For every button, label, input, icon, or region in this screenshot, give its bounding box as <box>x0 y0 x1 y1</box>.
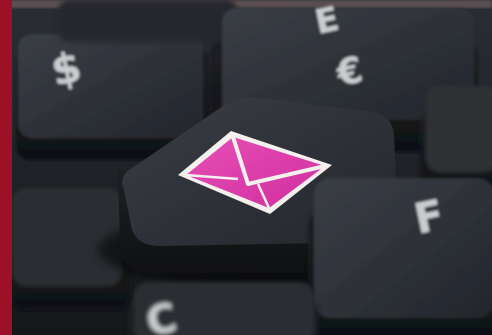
keyboard-photo: $ E € F C <box>0 0 492 335</box>
keyboard-illustration: $ E € F C <box>0 0 492 335</box>
top-row-key-left <box>58 0 238 42</box>
c-key: C <box>128 282 318 335</box>
left-accent-stripe <box>0 0 12 335</box>
f-key: F <box>308 178 492 335</box>
right-upper-key <box>420 86 492 190</box>
